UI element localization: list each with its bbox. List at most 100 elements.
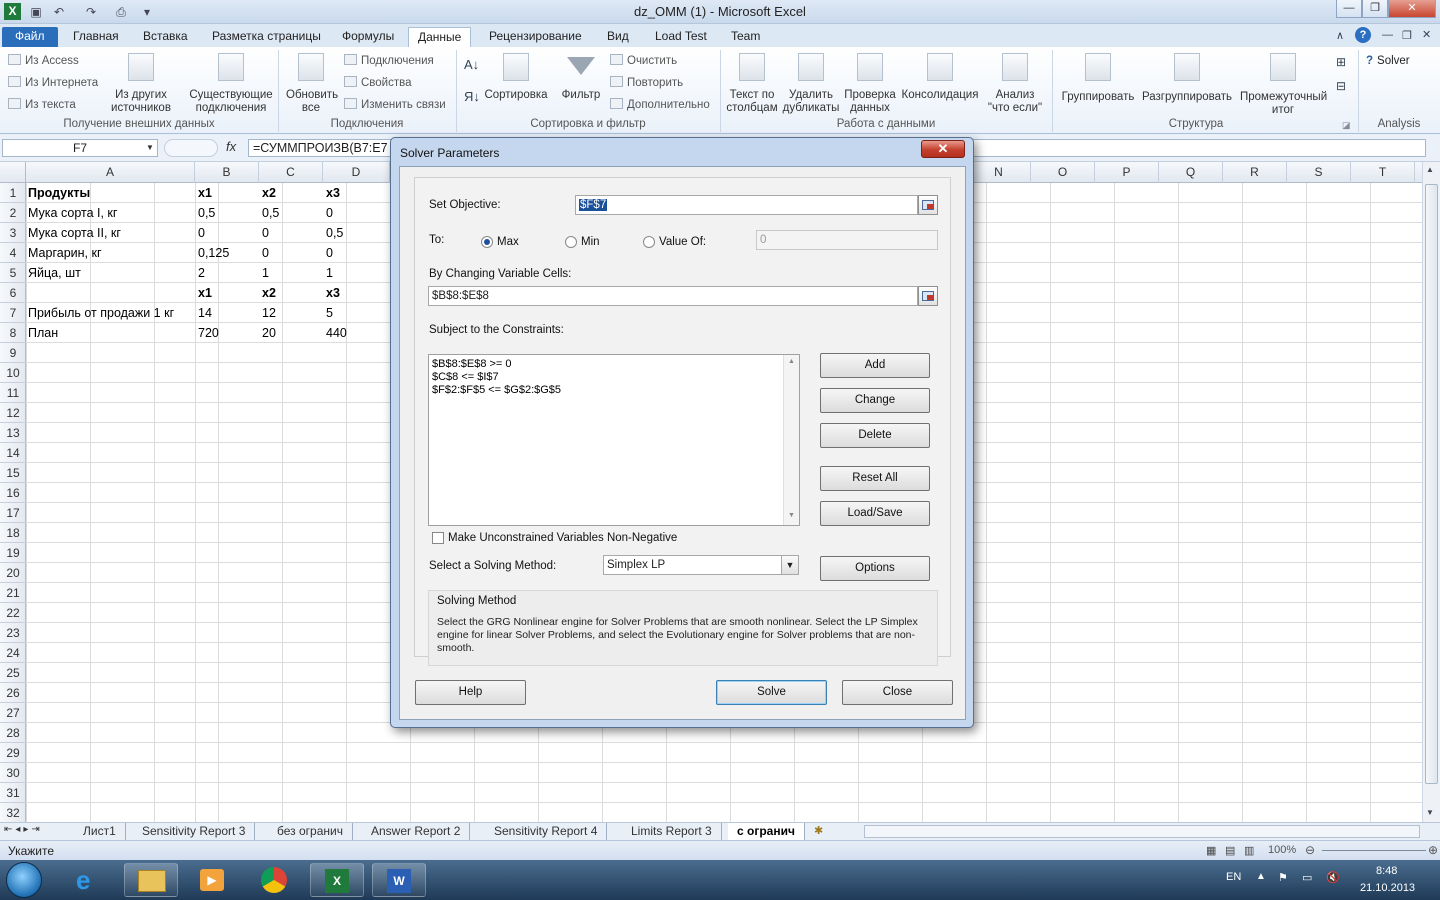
- row-header[interactable]: 26: [0, 683, 26, 703]
- connections-button[interactable]: Подключения: [344, 54, 434, 68]
- cell-a8[interactable]: План: [26, 323, 58, 343]
- max-radio[interactable]: [481, 236, 493, 248]
- cell-c3[interactable]: 0: [260, 223, 269, 243]
- max-label[interactable]: Max: [497, 236, 519, 248]
- remove-duplicates-button[interactable]: Удалить дубликаты: [782, 51, 840, 115]
- name-box-dropdown-icon[interactable]: ▼: [146, 143, 154, 152]
- row-header[interactable]: 2: [0, 203, 26, 223]
- cell-b1[interactable]: x1: [196, 183, 212, 203]
- tab-file[interactable]: Файл: [2, 27, 58, 47]
- row-header[interactable]: 19: [0, 543, 26, 563]
- add-constraint-button[interactable]: Add: [820, 353, 930, 378]
- cell-b3[interactable]: 0: [196, 223, 205, 243]
- cell-d3[interactable]: 0,5: [324, 223, 343, 243]
- data-validation-button[interactable]: Проверка данных: [842, 51, 898, 115]
- sort-az-icon[interactable]: A↓: [464, 57, 479, 72]
- cell-c7[interactable]: 12: [260, 303, 276, 323]
- row-header[interactable]: 1: [0, 183, 26, 203]
- row-header[interactable]: 18: [0, 523, 26, 543]
- clock-time[interactable]: 8:48: [1376, 865, 1397, 877]
- changing-cells-range-select-icon[interactable]: [918, 286, 938, 306]
- column-header[interactable]: O: [1031, 162, 1095, 183]
- min-radio[interactable]: [565, 236, 577, 248]
- cell-d5[interactable]: 1: [324, 263, 333, 283]
- page-break-view-icon[interactable]: ▥: [1244, 844, 1254, 857]
- tab-review[interactable]: Рецензирование: [480, 27, 591, 47]
- sort-button[interactable]: Сортировка: [482, 51, 550, 115]
- row-header[interactable]: 8: [0, 323, 26, 343]
- objective-input[interactable]: $F$7: [575, 195, 918, 215]
- column-header[interactable]: Q: [1159, 162, 1223, 183]
- show-hidden-icons-icon[interactable]: ▲: [1256, 871, 1266, 882]
- text-to-columns-button[interactable]: Текст по столбцам: [724, 51, 780, 115]
- filter-button[interactable]: Фильтр: [556, 51, 606, 115]
- taskbar-ie-icon[interactable]: e: [62, 863, 116, 897]
- show-detail-icon[interactable]: ⊞: [1336, 55, 1346, 69]
- cell-c4[interactable]: 0: [260, 243, 269, 263]
- value-of-label[interactable]: Value Of:: [659, 236, 706, 248]
- minimize-workbook-icon[interactable]: —: [1382, 29, 1393, 41]
- tab-view[interactable]: Вид: [598, 27, 638, 47]
- tab-team[interactable]: Team: [722, 27, 769, 47]
- nonnegative-checkbox[interactable]: [432, 532, 444, 544]
- taskbar-explorer-icon[interactable]: [124, 863, 178, 897]
- column-header[interactable]: P: [1095, 162, 1159, 183]
- row-header[interactable]: 6: [0, 283, 26, 303]
- row-header[interactable]: 13: [0, 423, 26, 443]
- insert-function-icon[interactable]: fx: [226, 139, 236, 154]
- row-header[interactable]: 11: [0, 383, 26, 403]
- help-button[interactable]: Help: [415, 680, 526, 705]
- cell-c2[interactable]: 0,5: [260, 203, 279, 223]
- close-workbook-icon[interactable]: ✕: [1422, 28, 1431, 41]
- insert-sheet-icon[interactable]: ✱: [814, 824, 823, 837]
- value-of-radio[interactable]: [643, 236, 655, 248]
- network-icon[interactable]: ▭: [1302, 871, 1312, 884]
- group-button[interactable]: Группировать: [1056, 51, 1140, 115]
- row-header[interactable]: 9: [0, 343, 26, 363]
- taskbar-excel-icon[interactable]: X: [310, 863, 364, 897]
- value-of-input[interactable]: 0: [756, 230, 938, 250]
- row-header[interactable]: 3: [0, 223, 26, 243]
- ungroup-button[interactable]: Разгруппировать: [1140, 51, 1234, 115]
- row-header[interactable]: 17: [0, 503, 26, 523]
- objective-range-select-icon[interactable]: [918, 195, 938, 215]
- volume-muted-icon[interactable]: 🔇: [1326, 871, 1340, 884]
- sheet-tab[interactable]: Limits Report 3: [622, 823, 722, 840]
- column-header[interactable]: R: [1223, 162, 1287, 183]
- start-button-icon[interactable]: [6, 862, 42, 898]
- row-header[interactable]: 16: [0, 483, 26, 503]
- minimize-icon[interactable]: —: [1336, 0, 1362, 18]
- normal-view-icon[interactable]: ▦: [1206, 844, 1216, 857]
- tab-insert[interactable]: Вставка: [134, 27, 197, 47]
- zoom-out-icon[interactable]: ⊖: [1305, 843, 1315, 857]
- cell-d4[interactable]: 0: [324, 243, 333, 263]
- row-header[interactable]: 25: [0, 663, 26, 683]
- row-header[interactable]: 21: [0, 583, 26, 603]
- outline-dialog-launcher-icon[interactable]: ◪: [1342, 120, 1351, 131]
- load-save-button[interactable]: Load/Save: [820, 501, 930, 526]
- taskbar-media-player-icon[interactable]: ▶: [186, 863, 240, 897]
- row-header[interactable]: 30: [0, 763, 26, 783]
- horizontal-scrollbar[interactable]: [864, 825, 1420, 838]
- what-if-button[interactable]: Анализ "что если": [982, 51, 1048, 115]
- zoom-slider[interactable]: [1322, 850, 1426, 851]
- advanced-filter-button[interactable]: Дополнительно: [610, 98, 710, 112]
- close-button[interactable]: Close: [842, 680, 953, 705]
- tab-page-layout[interactable]: Разметка страницы: [203, 27, 330, 47]
- reapply-filter-button[interactable]: Повторить: [610, 76, 683, 90]
- solving-method-select[interactable]: Simplex LP: [603, 555, 799, 575]
- page-layout-view-icon[interactable]: ▤: [1225, 844, 1235, 857]
- restore-icon[interactable]: ❐: [1362, 0, 1388, 18]
- cell-b8[interactable]: 720: [196, 323, 219, 343]
- cell-d7[interactable]: 5: [324, 303, 333, 323]
- tab-home[interactable]: Главная: [64, 27, 128, 47]
- cell-a2[interactable]: Мука сорта I, кг: [26, 203, 117, 223]
- column-header[interactable]: S: [1287, 162, 1351, 183]
- from-access-button[interactable]: Из Access: [8, 54, 79, 68]
- edit-links-button[interactable]: Изменить связи: [344, 98, 446, 112]
- consolidate-button[interactable]: Консолидация: [900, 51, 980, 115]
- sheet-tab[interactable]: Sensitivity Report 3: [133, 823, 256, 840]
- vertical-scrollbar[interactable]: ▲ ▼: [1422, 162, 1440, 823]
- tab-data[interactable]: Данные: [408, 27, 472, 47]
- column-header[interactable]: C: [259, 162, 323, 183]
